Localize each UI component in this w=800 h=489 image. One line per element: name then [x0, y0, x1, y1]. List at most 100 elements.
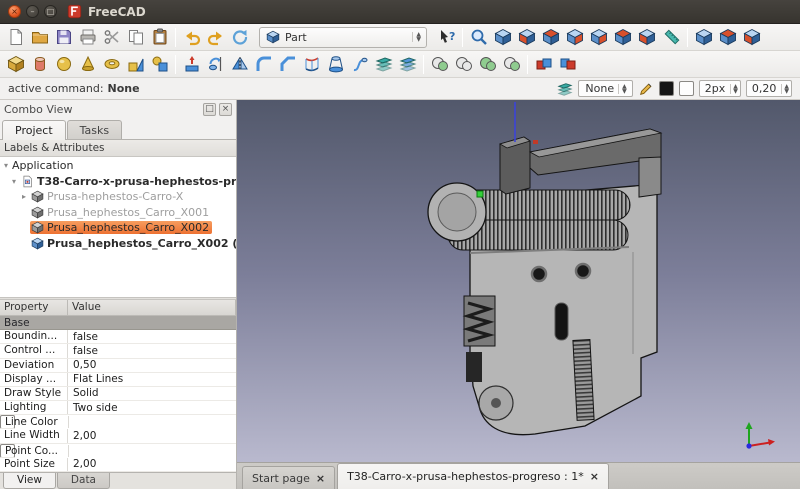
part-create-primitives-icon[interactable] — [124, 52, 147, 76]
save-document-icon[interactable] — [52, 25, 75, 49]
top-view-icon[interactable] — [539, 25, 562, 49]
line-width-spinner[interactable]: 2px ▲▼ — [699, 80, 741, 97]
fit-all-icon[interactable] — [467, 25, 490, 49]
property-row-control[interactable]: Control ... false — [0, 344, 236, 358]
part-section-icon[interactable] — [372, 52, 395, 76]
line-color-swatch[interactable] — [659, 81, 674, 96]
tree-item-prusa-hephestos-carro-x002-solid[interactable]: Prusa_hephestos_Carro_X002 (Solid) — [0, 236, 236, 252]
panel-close-button[interactable]: × — [219, 103, 232, 116]
part-sphere-icon[interactable] — [52, 52, 75, 76]
tab-close-icon[interactable]: × — [316, 472, 325, 485]
property-row-point-size[interactable]: Point Size 2,00 — [0, 458, 236, 472]
cut-icon[interactable] — [100, 25, 123, 49]
undo-icon[interactable] — [180, 25, 203, 49]
part-join-connect-icon[interactable] — [532, 52, 555, 76]
panel-float-button[interactable]: □ — [203, 103, 216, 116]
expander-icon[interactable]: ▾ — [8, 177, 20, 186]
tab-project[interactable]: Project — [2, 120, 66, 140]
property-row-lighting[interactable]: Lighting Two side — [0, 401, 236, 415]
new-document-icon[interactable] — [4, 25, 27, 49]
part-union-icon[interactable] — [476, 52, 499, 76]
axonometric-view-icon[interactable] — [491, 25, 514, 49]
tab-data[interactable]: Data — [57, 473, 110, 489]
spinner-arrows-icon[interactable]: ▲▼ — [781, 84, 791, 94]
print-icon[interactable] — [76, 25, 99, 49]
part-cone-icon[interactable] — [76, 52, 99, 76]
paste-icon[interactable] — [148, 25, 171, 49]
tab-close-icon[interactable]: × — [590, 470, 599, 483]
view-cube-extra-icon-2[interactable] — [716, 25, 739, 49]
point-size-spinner[interactable]: 0,20 ▲▼ — [746, 80, 792, 97]
part-cross-sections-icon[interactable] — [396, 52, 419, 76]
part-loft-icon[interactable] — [324, 52, 347, 76]
window-close-button[interactable]: × — [8, 5, 21, 18]
property-row-line-width[interactable]: Line Width 2,00 — [0, 429, 236, 443]
model-3d[interactable] — [237, 100, 800, 462]
part-boolean-icon[interactable] — [428, 52, 451, 76]
property-name: Boundin... — [0, 330, 68, 343]
bottom-view-icon[interactable] — [611, 25, 634, 49]
tree-item-application[interactable]: ▾ Application — [0, 158, 236, 174]
selection-mode-combo[interactable]: None ▲▼ — [578, 80, 632, 97]
right-view-icon[interactable] — [563, 25, 586, 49]
whats-this-icon[interactable]: ? — [435, 25, 458, 49]
part-common-icon[interactable] — [500, 52, 523, 76]
part-torus-icon[interactable] — [100, 52, 123, 76]
left-view-icon[interactable] — [635, 25, 658, 49]
property-row-display[interactable]: Display ... Flat Lines — [0, 373, 236, 387]
part-chamfer-icon[interactable] — [276, 52, 299, 76]
property-section-base[interactable]: Base — [0, 316, 236, 330]
rear-view-icon[interactable] — [587, 25, 610, 49]
property-row-bounding[interactable]: Boundin... false — [0, 330, 236, 344]
tab-tasks[interactable]: Tasks — [67, 120, 122, 139]
tree-item-prusa-hephestos-carro-x001[interactable]: Prusa_hephestos_Carro_X001 — [0, 205, 236, 221]
combo-arrows-icon[interactable]: ▲▼ — [412, 32, 424, 42]
property-row-point-color[interactable]: Point Co... [25, 25, 25] — [0, 444, 15, 458]
doc-tab-start-page[interactable]: Start page × — [242, 466, 335, 489]
part-ruled-surface-icon[interactable] — [300, 52, 323, 76]
open-document-icon[interactable] — [28, 25, 51, 49]
part-join-embed-icon[interactable] — [556, 52, 579, 76]
property-row-line-color[interactable]: Line Color [25, 25, 25] — [0, 415, 15, 429]
3d-viewport[interactable] — [237, 100, 800, 462]
part-mirror-icon[interactable] — [228, 52, 251, 76]
part-extrude-icon[interactable] — [180, 52, 203, 76]
view-cube-extra-icon-1[interactable] — [692, 25, 715, 49]
part-fillet-icon[interactable] — [252, 52, 275, 76]
part-cylinder-icon[interactable] — [28, 52, 51, 76]
property-row-deviation[interactable]: Deviation 0,50 — [0, 359, 236, 373]
part-box-icon[interactable] — [4, 52, 27, 76]
part-shape-builder-icon[interactable] — [148, 52, 171, 76]
workbench-selector-value: Part — [285, 31, 407, 44]
part-sweep-icon[interactable] — [348, 52, 371, 76]
property-column-header[interactable]: Property — [0, 300, 68, 316]
property-row-draw-style[interactable]: Draw Style Solid — [0, 387, 236, 401]
tree-item-prusa-hephestos-carro-x002[interactable]: Prusa_hephestos_Carro_X002 — [0, 220, 236, 236]
view-cube-extra-icon-3[interactable] — [740, 25, 763, 49]
tab-view[interactable]: View — [3, 473, 56, 489]
workbench-selector[interactable]: Part ▲▼ — [259, 27, 427, 48]
face-color-swatch[interactable] — [679, 81, 694, 96]
property-table-header: Property Value — [0, 300, 236, 316]
window-maximize-button[interactable]: □ — [44, 5, 57, 18]
part-icon — [31, 190, 44, 203]
part-revolve-icon[interactable] — [204, 52, 227, 76]
part-cut-icon[interactable] — [452, 52, 475, 76]
toolbar-separator — [462, 28, 463, 47]
tree-item-prusa-hephestos-carro-x[interactable]: ▸ Prusa-hephestos-Carro-X — [0, 189, 236, 205]
refresh-icon[interactable] — [228, 25, 251, 49]
expander-icon[interactable]: ▾ — [0, 161, 12, 170]
redo-icon[interactable] — [204, 25, 227, 49]
document-tab-label: T38-Carro-x-prusa-hephestos-progreso : 1… — [347, 470, 584, 483]
copy-icon[interactable] — [124, 25, 147, 49]
spinner-arrows-icon[interactable]: ▲▼ — [730, 84, 740, 94]
edit-color-icon[interactable] — [638, 81, 654, 97]
value-column-header[interactable]: Value — [68, 300, 236, 316]
window-minimize-button[interactable]: – — [26, 5, 39, 18]
expander-icon[interactable]: ▸ — [18, 192, 30, 201]
measure-distance-icon[interactable] — [660, 25, 683, 49]
window-title: FreeCAD — [88, 5, 146, 19]
front-view-icon[interactable] — [515, 25, 538, 49]
tree-item-document[interactable]: ▾ T38-Carro-x-prusa-hephestos-progreso — [0, 174, 236, 190]
doc-tab-document[interactable]: T38-Carro-x-prusa-hephestos-progreso : 1… — [337, 463, 609, 489]
